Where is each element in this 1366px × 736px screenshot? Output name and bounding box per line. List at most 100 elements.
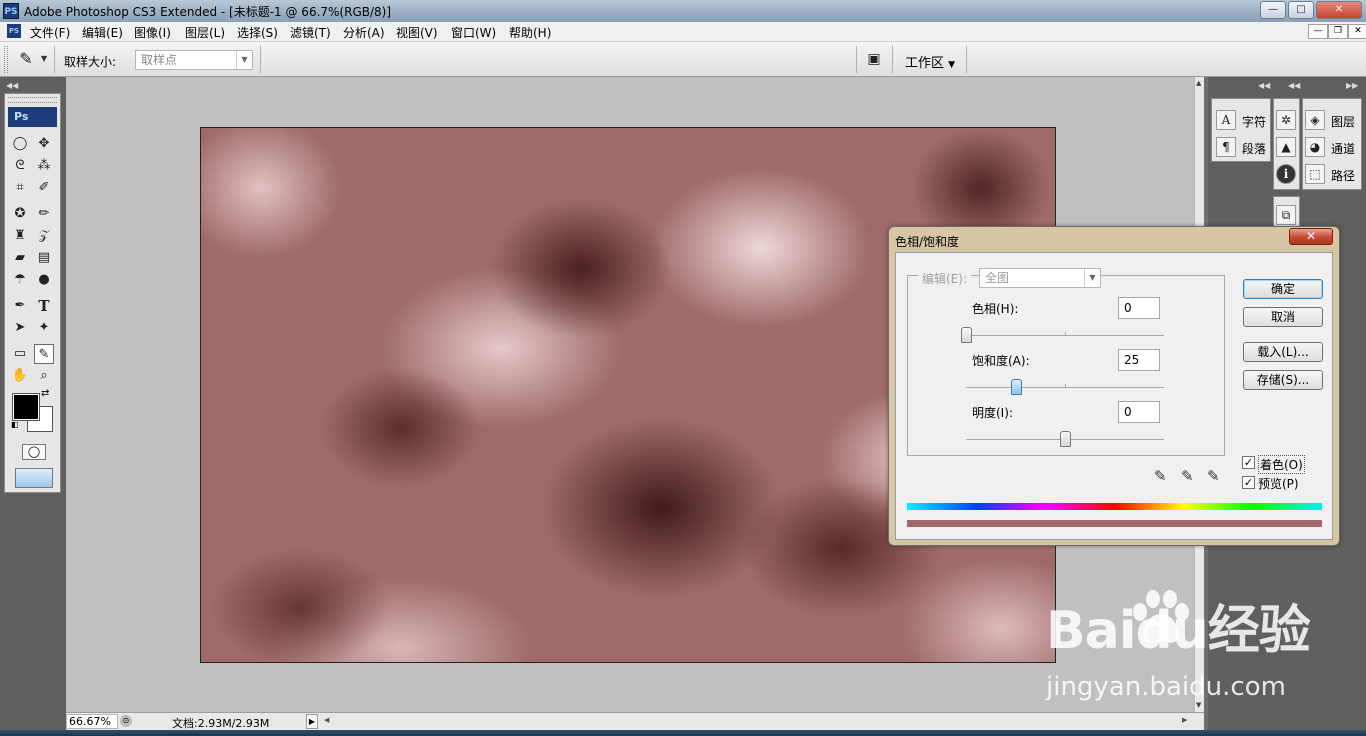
chevron-down-icon[interactable]: ▼ [41, 54, 47, 63]
expand-icon[interactable]: ▶▶ [1346, 81, 1358, 90]
preview-checkbox[interactable]: ✓ [1242, 476, 1255, 489]
status-icon[interactable]: ⊙ [120, 715, 132, 727]
paths-panel-label[interactable]: 路径 [1331, 167, 1355, 184]
cancel-button[interactable]: 取消 [1243, 307, 1323, 327]
colorize-checkbox[interactable]: ✓ [1242, 456, 1255, 469]
foreground-color-swatch[interactable] [12, 393, 40, 421]
grip-handle[interactable] [4, 46, 8, 73]
load-button[interactable]: 载入(L)... [1243, 342, 1323, 362]
screen-mode-icon[interactable] [15, 468, 53, 488]
toolbox-grip[interactable] [8, 97, 57, 103]
history-icon[interactable]: ⧉ [1276, 205, 1296, 225]
lightness-label: 明度(I): [972, 406, 1013, 420]
menu-analysis[interactable]: 分析(A) [343, 24, 385, 41]
marquee-tool-icon[interactable]: ◯ [10, 134, 30, 154]
colorize-label[interactable]: 着色(O) [1258, 455, 1305, 474]
minimize-button[interactable]: — [1260, 1, 1286, 19]
doc-close-button[interactable]: ✕ [1348, 24, 1366, 39]
default-colors-icon[interactable]: ◧ [11, 420, 19, 429]
status-menu-arrow-icon[interactable]: ▶ [306, 714, 318, 729]
menu-view[interactable]: 视图(V) [396, 24, 438, 41]
menu-file[interactable]: 文件(F) [30, 24, 70, 41]
pen-tool-icon[interactable]: ✒ [10, 296, 30, 316]
dodge-tool-icon[interactable]: ● [34, 270, 54, 290]
gradient-tool-icon[interactable]: ▤ [34, 248, 54, 268]
hue-slider-thumb[interactable] [961, 327, 972, 343]
custom-shape-tool-icon[interactable]: ✦ [34, 318, 54, 338]
character-icon[interactable]: A [1216, 110, 1236, 130]
paragraph-panel-label[interactable]: 段落 [1242, 140, 1266, 157]
eyedropper-preset-icon[interactable]: ✎ [16, 49, 36, 69]
notes-tool-icon[interactable]: ▭ [10, 344, 30, 364]
ps-logo[interactable]: Ps [8, 107, 57, 127]
workspace-menu[interactable]: 工作区 ▼ [905, 52, 955, 71]
menu-select[interactable]: 选择(S) [237, 24, 278, 41]
scroll-down-icon[interactable]: ▼ [1196, 701, 1201, 709]
history-brush-tool-icon[interactable]: 𝒵 [34, 226, 54, 246]
preview-label[interactable]: 预览(P) [1258, 475, 1299, 492]
collapse-left-icon[interactable]: ◀◀ [1258, 81, 1270, 90]
info-icon[interactable]: i [1276, 164, 1296, 184]
zoom-tool-icon[interactable]: ⌕ [34, 366, 54, 386]
menu-image[interactable]: 图像(I) [134, 24, 171, 41]
lightness-input[interactable]: 0 [1118, 401, 1160, 423]
swap-colors-icon[interactable]: ⇄ [41, 388, 49, 399]
healing-brush-tool-icon[interactable]: ✪ [10, 204, 30, 224]
crop-tool-icon[interactable]: ⌗ [10, 178, 30, 198]
eyedropper-icon[interactable]: ✎ [1154, 467, 1167, 485]
navigator-icon[interactable]: ✲ [1276, 110, 1296, 130]
scroll-up-icon[interactable]: ▲ [1196, 79, 1201, 87]
clone-stamp-tool-icon[interactable]: ♜ [10, 226, 30, 246]
channels-icon[interactable]: ◕ [1305, 137, 1325, 157]
dialog-close-button[interactable]: ✕ [1289, 228, 1333, 245]
histogram-icon[interactable]: ▲ [1276, 137, 1296, 157]
layers-icon[interactable]: ◈ [1305, 110, 1325, 130]
menu-edit[interactable]: 编辑(E) [82, 24, 123, 41]
scroll-left-icon[interactable]: ◀ [324, 716, 329, 724]
document-icon[interactable]: PS [7, 24, 21, 38]
paths-icon[interactable]: ⬚ [1305, 164, 1325, 184]
hand-tool-icon[interactable]: ✋ [10, 366, 30, 386]
saturation-input[interactable]: 25 [1118, 349, 1160, 371]
blur-tool-icon[interactable]: ☂ [10, 270, 30, 290]
collapse-dock-icon[interactable]: ◀◀ [6, 81, 18, 90]
collapse-mid-icon[interactable]: ◀◀ [1288, 81, 1300, 90]
save-button[interactable]: 存储(S)... [1243, 370, 1323, 390]
move-tool-icon[interactable]: ✥ [34, 134, 54, 154]
brush-tool-icon[interactable]: ✏ [34, 204, 54, 224]
type-tool-icon[interactable]: T [34, 296, 54, 316]
zoom-field[interactable]: 66.67% [66, 714, 118, 729]
doc-restore-button[interactable]: ❐ [1328, 24, 1348, 39]
bridge-icon[interactable]: ▣ [864, 49, 884, 69]
menu-layer[interactable]: 图层(L) [185, 24, 225, 41]
ok-button[interactable]: 确定 [1243, 279, 1323, 299]
menu-help[interactable]: 帮助(H) [509, 24, 551, 41]
maximize-button[interactable]: □ [1288, 1, 1314, 19]
doc-minimize-button[interactable]: — [1308, 24, 1328, 39]
toolbox: Ps ◯ ✥ ᘓ ⁂ ⌗ ✐ ✪ ✏ ♜ 𝒵 ▰ ▤ ☂ ● ✒ T ➤ ✦ ▭… [4, 93, 61, 493]
eyedropper-plus-icon[interactable]: ✎ [1181, 467, 1194, 485]
photoshop-app-icon[interactable]: PS [3, 3, 19, 19]
character-panel-label[interactable]: 字符 [1242, 113, 1266, 130]
hue-input[interactable]: 0 [1118, 297, 1160, 319]
menu-window[interactable]: 窗口(W) [451, 24, 496, 41]
slice-tool-icon[interactable]: ✐ [34, 178, 54, 198]
path-selection-tool-icon[interactable]: ➤ [10, 318, 30, 338]
lasso-tool-icon[interactable]: ᘓ [10, 156, 30, 176]
taskbar[interactable] [0, 730, 1366, 736]
scroll-right-icon[interactable]: ▶ [1182, 716, 1187, 724]
channels-panel-label[interactable]: 通道 [1331, 140, 1355, 157]
lightness-slider-thumb[interactable] [1060, 431, 1071, 447]
eyedropper-tool-icon[interactable]: ✎ [34, 344, 54, 364]
eyedropper-minus-icon[interactable]: ✎ [1207, 467, 1220, 485]
magic-wand-tool-icon[interactable]: ⁂ [34, 156, 54, 176]
eraser-tool-icon[interactable]: ▰ [10, 248, 30, 268]
saturation-slider-thumb[interactable] [1011, 379, 1022, 395]
layers-panel-label[interactable]: 图层 [1331, 113, 1355, 130]
quick-mask-icon[interactable]: ◯ [22, 444, 46, 460]
close-button[interactable]: ✕ [1316, 1, 1362, 19]
edit-select[interactable]: 全图 ▼ [979, 268, 1101, 288]
menu-filter[interactable]: 滤镜(T) [290, 24, 331, 41]
paragraph-icon[interactable]: ¶ [1216, 137, 1236, 157]
sample-size-select[interactable]: 取样点 ▼ [135, 50, 253, 70]
